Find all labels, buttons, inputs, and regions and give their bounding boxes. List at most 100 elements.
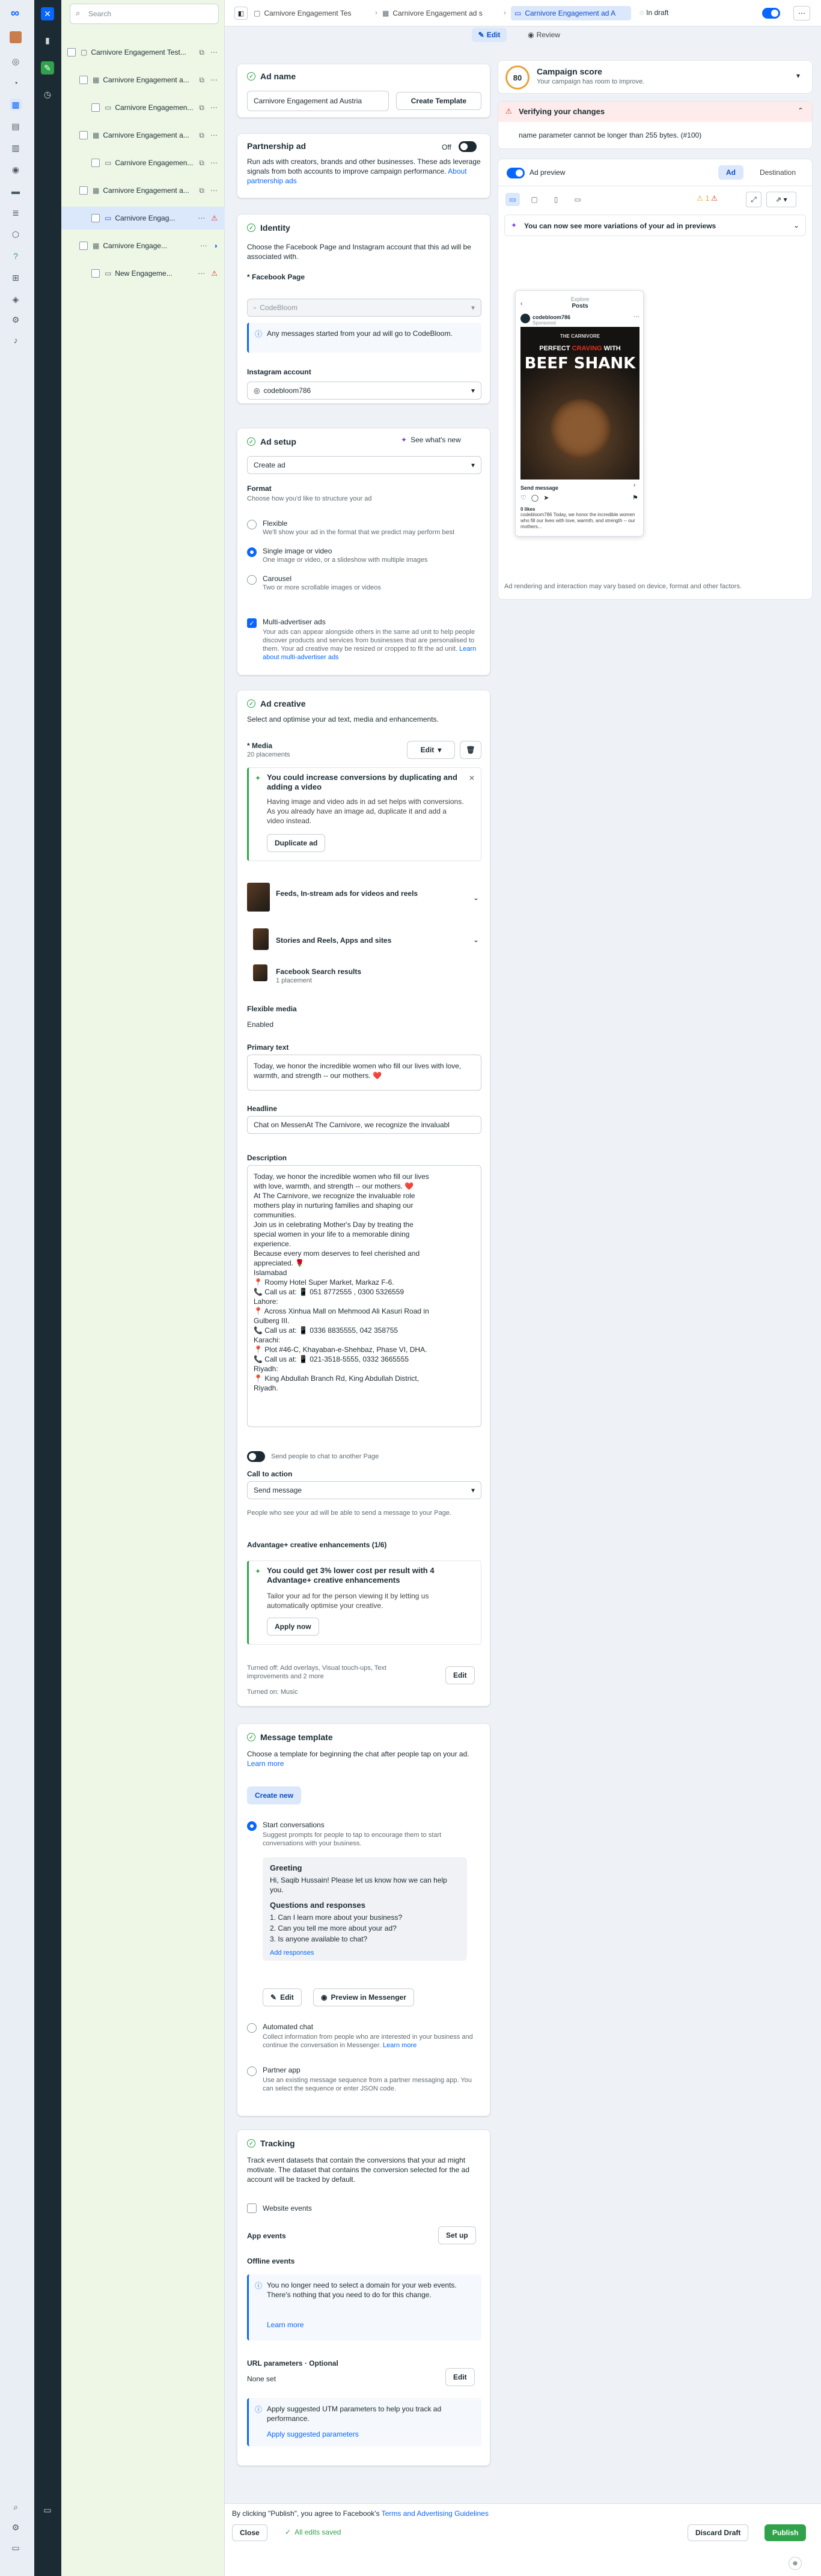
panel-icon[interactable]: ▭ — [41, 2503, 54, 2517]
chart-icon[interactable]: ▮ — [41, 34, 54, 47]
partner-app-radio[interactable] — [247, 2066, 257, 2076]
apply-utm-link[interactable]: Apply suggested parameters — [267, 2429, 359, 2439]
breadcrumb-campaign[interactable]: ▢ Carnivore Engagement Tes — [254, 6, 374, 20]
delete-media-button[interactable]: 🗑 — [460, 741, 481, 759]
tree-item-campaign[interactable]: ▢ Carnivore Engagement Test... ⧉ ⋯ — [61, 41, 225, 64]
meta-logo-icon[interactable]: ∞ — [7, 7, 23, 20]
row-actions[interactable]: ⋯ ⚠ — [198, 214, 218, 222]
caret-down-icon[interactable]: ▾ — [796, 72, 800, 80]
search-input[interactable]: Search — [70, 4, 219, 24]
more-icon[interactable]: ⋯ — [200, 242, 207, 250]
more-icon[interactable]: ⋯ — [210, 186, 218, 195]
whats-new-link[interactable]: ✦ See what's new — [401, 436, 461, 444]
more-icon[interactable]: ⋯ — [793, 6, 810, 20]
tree-item-ad-selected[interactable]: ▭ Carnivore Engag... ⋯ ⚠ — [61, 207, 225, 230]
publish-button[interactable]: Publish — [765, 2524, 807, 2541]
close-icon[interactable]: ✕ — [41, 7, 54, 20]
placement-feed-icon[interactable]: ▭ — [505, 193, 520, 206]
notifications-icon[interactable]: ◈ — [10, 293, 22, 305]
alerts-icon[interactable]: ◔ — [10, 77, 22, 89]
more-icon[interactable]: ⋯ — [210, 159, 218, 168]
ad-name-input[interactable]: Carnivore Engagement ad Austria — [247, 91, 389, 111]
chevron-up-icon[interactable]: ⌃ — [798, 106, 804, 115]
expand-icon[interactable]: ⤢ — [746, 192, 761, 207]
row-actions[interactable]: ⧉ ⋯ — [199, 103, 218, 112]
checkbox[interactable] — [91, 269, 100, 278]
row-actions[interactable]: ⧉ ⋯ — [199, 131, 218, 140]
tree-item-adset[interactable]: ▦ Carnivore Engagement a... ⧉ ⋯ — [61, 69, 225, 91]
review-mode-button[interactable]: ◉ Review — [523, 28, 565, 42]
edit-pencil-icon[interactable]: ✎ — [41, 61, 54, 75]
checkbox[interactable] — [79, 131, 88, 139]
preview-messenger-button[interactable]: ◉ Preview in Messenger — [313, 1988, 414, 2006]
library-icon[interactable]: ▭ — [10, 2542, 22, 2554]
feedback-icon[interactable]: ⊕ — [789, 2557, 802, 2570]
template-edit-button[interactable]: ✎ Edit — [263, 1988, 302, 2006]
more-icon[interactable]: ⋯ — [210, 48, 218, 57]
learn-more-link[interactable]: Learn more — [247, 1759, 284, 1768]
instagram-account-select[interactable]: ◎ codebloom786 ▾ — [247, 382, 481, 400]
row-actions[interactable]: ⧉ ⋯ — [199, 159, 218, 168]
close-icon[interactable]: ✕ — [469, 774, 475, 782]
ads-manager-icon[interactable]: ▦ — [10, 99, 22, 111]
copy-icon[interactable]: ⧉ — [199, 48, 204, 57]
more-icon[interactable]: ⋯ — [198, 214, 205, 222]
tree-item-adset[interactable]: ▦ Carnivore Engagement a... ⧉ ⋯ — [61, 124, 225, 147]
status-toggle[interactable] — [762, 8, 780, 19]
bell-icon[interactable]: ♪ — [10, 334, 22, 346]
chevron-down-icon[interactable]: ⌄ — [473, 936, 479, 944]
settings-list-icon[interactable]: ≣ — [10, 207, 22, 219]
checkbox[interactable] — [91, 103, 100, 112]
chevron-down-icon[interactable]: ⌄ — [473, 894, 479, 902]
more-icon[interactable]: ⋯ — [198, 269, 205, 278]
tree-item-ad[interactable]: ▭ Carnivore Engagemen... ⧉ ⋯ — [61, 96, 225, 119]
format-single-radio[interactable] — [247, 547, 257, 557]
description-textarea[interactable]: Today, we honor the incredible women who… — [247, 1165, 481, 1427]
tree-item-adset[interactable]: ▦ Carnivore Engage... ⋯ ◑ — [61, 234, 225, 257]
checkbox[interactable] — [67, 48, 76, 56]
variations-notice[interactable]: ✦ You can now see more variations of you… — [504, 215, 806, 236]
automated-chat-radio[interactable] — [247, 2023, 257, 2033]
row-actions[interactable]: ⋯ ⚠ — [198, 269, 218, 278]
copy-icon[interactable]: ⧉ — [199, 76, 204, 85]
search-icon[interactable]: ⌕ — [10, 2501, 22, 2513]
cta-select[interactable]: Send message ▾ — [247, 1481, 481, 1499]
duplicate-ad-button[interactable]: Duplicate ad — [267, 834, 326, 852]
apply-now-button[interactable]: Apply now — [267, 1618, 319, 1636]
gear-icon[interactable]: ⚙ — [10, 2521, 22, 2533]
learn-more-link[interactable]: Learn more — [383, 2042, 417, 2049]
facebook-page-select[interactable]: ▫ CodeBloom ▾ — [247, 299, 481, 317]
help-icon[interactable]: ? — [10, 250, 22, 262]
tree-item-adset[interactable]: ▦ Carnivore Engagement a... ⧉ ⋯ — [61, 179, 225, 202]
checkbox[interactable] — [79, 242, 88, 250]
tree-item-ad[interactable]: ▭ Carnivore Engagemen... ⧉ ⋯ — [61, 151, 225, 174]
checkbox[interactable] — [91, 214, 100, 222]
checkbox[interactable] — [79, 186, 88, 195]
row-actions[interactable]: ⧉ ⋯ — [199, 76, 218, 85]
breadcrumb-adset[interactable]: ▦ Carnivore Engagement ad s — [382, 6, 502, 20]
copy-icon[interactable]: ⧉ — [199, 131, 204, 140]
profile-icon[interactable]: ◎ — [10, 55, 22, 67]
send-to-page-toggle[interactable] — [247, 1451, 265, 1462]
more-icon[interactable]: ⋯ — [210, 131, 218, 140]
more-icon[interactable]: ⋯ — [210, 76, 218, 85]
learn-more-link[interactable]: Learn more — [267, 2320, 304, 2330]
more-icon[interactable]: ⋯ — [210, 103, 218, 112]
reports-icon[interactable]: ▥ — [10, 142, 22, 154]
create-template-button[interactable]: Create Template — [396, 92, 481, 110]
discard-draft-button[interactable]: Discard Draft — [688, 2524, 749, 2541]
history-icon[interactable]: ◷ — [41, 88, 54, 101]
start-conversations-radio[interactable] — [247, 1821, 257, 1831]
toggle-panel-icon[interactable]: ◧ — [234, 7, 248, 20]
format-flexible-radio[interactable] — [247, 520, 257, 529]
row-actions[interactable]: ⋯ ◑ — [200, 242, 218, 250]
audience-icon[interactable]: ◉ — [10, 163, 22, 175]
row-actions[interactable]: ⧉ ⋯ — [199, 48, 218, 57]
events-icon[interactable]: ⬡ — [10, 228, 22, 240]
tree-item-ad[interactable]: ▭ New Engageme... ⋯ ⚠ — [61, 262, 225, 285]
setup-app-events-button[interactable]: Set up — [438, 2226, 476, 2244]
row-actions[interactable]: ⧉ ⋯ — [199, 186, 218, 195]
checkbox[interactable] — [91, 159, 100, 167]
copy-icon[interactable]: ⧉ — [199, 159, 204, 168]
tab-destination[interactable]: Destination — [751, 165, 805, 180]
